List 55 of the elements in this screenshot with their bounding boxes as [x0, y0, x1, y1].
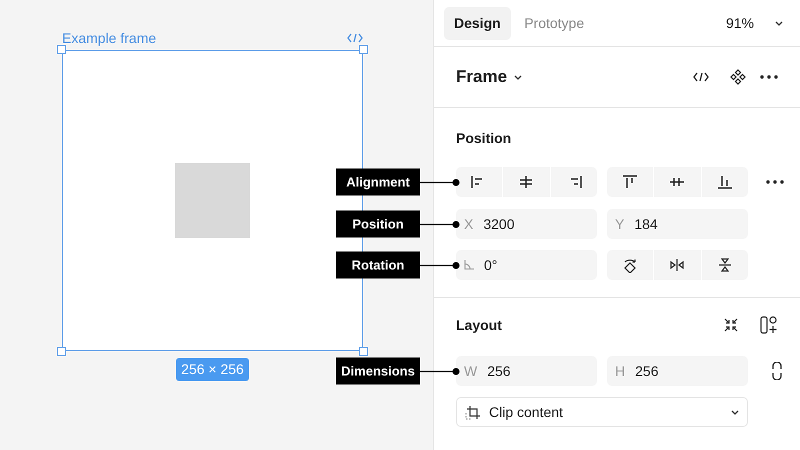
- section-title: Layout: [456, 316, 502, 335]
- size-label: 256 × 256: [176, 358, 249, 381]
- clip-content-label: Clip content: [489, 402, 563, 422]
- chevron-icon: [514, 74, 522, 80]
- rotate-icon: [623, 257, 638, 273]
- add-layout-icon: [760, 316, 778, 334]
- chevron-icon: [731, 410, 739, 414]
- align-center-vertical-icon: [669, 175, 686, 189]
- annotation-label: Position: [336, 210, 420, 238]
- more-icon: [766, 180, 784, 184]
- collapse-arrows-icon: [723, 317, 739, 333]
- angle-icon: [464, 260, 474, 270]
- code-icon: [693, 72, 709, 82]
- flip-vertical-icon: [718, 258, 731, 272]
- resize-handle[interactable]: [359, 45, 368, 54]
- component-button[interactable]: [730, 69, 746, 85]
- layer-type: Frame: [456, 66, 508, 88]
- leader-line: [420, 261, 460, 269]
- align-bottom-icon: [716, 175, 733, 189]
- width-field[interactable]: W 256: [456, 356, 597, 386]
- zoom-dropdown[interactable]: [775, 20, 783, 26]
- more-button[interactable]: [766, 180, 784, 184]
- leader-line: [420, 220, 460, 228]
- resize-to-fit-button[interactable]: [723, 317, 739, 333]
- tab[interactable]: Design: [444, 6, 511, 40]
- leader-line: [420, 178, 460, 186]
- y-field[interactable]: Y 184: [607, 209, 748, 239]
- height-field[interactable]: H 256: [607, 356, 748, 386]
- more-button[interactable]: [760, 75, 778, 79]
- code-icon[interactable]: [347, 33, 363, 43]
- component-icon: [730, 69, 746, 85]
- resize-handle[interactable]: [57, 347, 66, 356]
- more-icon: [760, 75, 778, 79]
- rotation-field[interactable]: 0°: [456, 250, 597, 280]
- align-center-horizontal-icon: [519, 175, 534, 189]
- flip-horizontal-icon: [670, 259, 684, 271]
- clip-content-dropdown[interactable]: Clip content: [456, 397, 748, 427]
- annotation-label: Alignment: [336, 168, 420, 196]
- constrain-proportions-button[interactable]: [772, 362, 782, 380]
- resize-handle[interactable]: [359, 347, 368, 356]
- x-field[interactable]: X 3200: [456, 209, 597, 239]
- layer-dropdown[interactable]: [514, 74, 522, 80]
- resize-handle[interactable]: [57, 45, 66, 54]
- add-layout-button[interactable]: [760, 316, 778, 334]
- frame-label: Example frame: [62, 28, 156, 48]
- section-title: Position: [456, 129, 512, 148]
- annotation-label: Dimensions: [336, 358, 420, 384]
- chevron-icon: [775, 20, 783, 26]
- crop-icon: [465, 404, 481, 420]
- code-button[interactable]: [693, 72, 709, 82]
- annotation-label: Rotation: [336, 252, 420, 278]
- align-top-icon: [622, 175, 638, 189]
- leader-line: [420, 367, 460, 375]
- link-icon: [772, 362, 782, 380]
- zoom-level[interactable]: 91%: [726, 12, 754, 34]
